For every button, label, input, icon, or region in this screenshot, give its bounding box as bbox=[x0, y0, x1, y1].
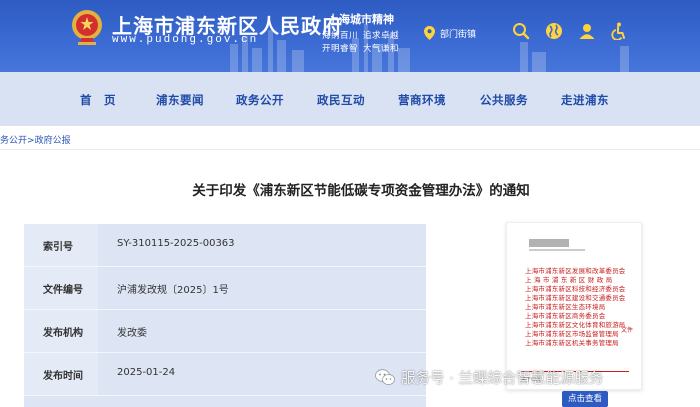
city-spirit-phrase: 大气谦和 bbox=[363, 44, 400, 54]
nav-item-about[interactable]: 走进浦东 bbox=[561, 92, 609, 108]
breadcrumb: 务公开>政府公报 bbox=[0, 133, 71, 146]
breadcrumb-separator: > bbox=[27, 136, 35, 146]
preview-issuer-line: 上海市浦东新区市场监督管理局 bbox=[525, 330, 619, 338]
info-value: SY-310115-2025-00363 bbox=[117, 238, 235, 249]
row-divider bbox=[24, 395, 426, 396]
accessibility-icon[interactable] bbox=[610, 22, 628, 40]
preview-issuer-line: 上海市浦东新区机关事务管理局 bbox=[525, 339, 619, 347]
wechat-icon bbox=[375, 369, 395, 385]
city-spirit-title: 上海城市精神 bbox=[328, 13, 394, 26]
info-label: 索引号 bbox=[43, 242, 73, 253]
preview-side-text: 文件 bbox=[621, 327, 634, 334]
watermark: 服务号 · 兰蝶综合智慧能源服务 bbox=[375, 367, 603, 388]
breadcrumb-item[interactable]: 务公开 bbox=[0, 136, 27, 146]
nav-item-interaction[interactable]: 政民互动 bbox=[317, 92, 365, 108]
preview-issuer-line: 上海市浦东新区文化体育和旅游局 bbox=[525, 321, 626, 329]
info-label: 文件编号 bbox=[43, 285, 83, 296]
site-url: www.pudong.gov.cn bbox=[112, 34, 259, 46]
preview-issuer-line: 上 海 市 浦 东 新 区 财 政 局 bbox=[525, 276, 613, 284]
city-spirit-row: 开明睿智 大气谦和 bbox=[322, 43, 404, 56]
dept-link[interactable]: 部门街镇 bbox=[424, 26, 476, 40]
watermark-text: 服务号 · 兰蝶综合智慧能源服务 bbox=[401, 371, 604, 387]
nav-item-services[interactable]: 公共服务 bbox=[480, 92, 528, 108]
site-header: 上海市浦东新区人民政府 www.pudong.gov.cn 上海城市精神 海纳百… bbox=[0, 0, 700, 72]
globe-icon[interactable] bbox=[545, 22, 563, 40]
info-label: 发布时间 bbox=[43, 371, 83, 382]
info-row-issuer: 发布机构 发改委 bbox=[24, 310, 426, 352]
preview-issuer-line: 上海市浦东新区发展和改革委员会 bbox=[525, 267, 626, 275]
info-row-publish-date: 发布时间 2025-01-24 bbox=[24, 353, 426, 395]
info-row-file-number: 文件编号 沪浦发改规〔2025〕1号 bbox=[24, 267, 426, 309]
divider bbox=[0, 149, 700, 150]
view-document-button[interactable]: 点击查看 bbox=[562, 391, 608, 407]
document-info-table: 索引号 SY-310115-2025-00363 文件编号 沪浦发改规〔2025… bbox=[24, 224, 426, 407]
nav-item-home[interactable]: 首 页 bbox=[80, 92, 116, 108]
preview-issuer-line: 上海市浦东新区科技和经济委员会 bbox=[525, 285, 626, 293]
info-value: 沪浦发改规〔2025〕1号 bbox=[117, 285, 229, 296]
info-row-index: 索引号 SY-310115-2025-00363 bbox=[24, 224, 426, 266]
dept-label: 部门街镇 bbox=[440, 29, 477, 40]
preview-issuer-list: 上海市浦东新区发展和改革委员会 上 海 市 浦 东 新 区 财 政 局 上海市浦… bbox=[525, 267, 626, 348]
city-spirit-phrase: 开明睿智 bbox=[322, 44, 359, 54]
preview-barcode bbox=[529, 239, 569, 247]
preview-issuer-line: 上海市浦东新区建设和交通委员会 bbox=[525, 294, 626, 302]
breadcrumb-item[interactable]: 政府公报 bbox=[35, 136, 71, 146]
nav-item-gov-affairs[interactable]: 政务公开 bbox=[236, 92, 284, 108]
preview-issuer-line: 上海市浦东新区生态环境局 bbox=[525, 303, 606, 311]
document-preview[interactable]: 上海市浦东新区发展和改革委员会 上 海 市 浦 东 新 区 财 政 局 上海市浦… bbox=[506, 222, 642, 390]
info-value: 2025-01-24 bbox=[117, 367, 176, 378]
city-spirit-phrase: 追求卓越 bbox=[363, 31, 400, 41]
city-spirit-row: 海纳百川 追求卓越 bbox=[322, 30, 404, 43]
info-label: 发布机构 bbox=[43, 328, 83, 339]
city-spirit-phrase: 海纳百川 bbox=[322, 31, 359, 41]
preview-barcode-line bbox=[529, 249, 585, 251]
preview-issuer-line: 上海市浦东新区商务委员会 bbox=[525, 312, 606, 320]
nav-item-business[interactable]: 营商环境 bbox=[398, 92, 446, 108]
document-title: 关于印发《浦东新区节能低碳专项资金管理办法》的通知 bbox=[192, 183, 530, 199]
location-pin-icon bbox=[424, 26, 435, 40]
info-value: 发改委 bbox=[117, 328, 147, 339]
user-icon[interactable] bbox=[578, 22, 596, 40]
main-nav: 首 页 浦东要闻 政务公开 政民互动 营商环境 公共服务 走进浦东 bbox=[0, 72, 700, 126]
national-emblem-icon bbox=[72, 10, 102, 45]
search-icon[interactable] bbox=[512, 22, 530, 40]
nav-item-news[interactable]: 浦东要闻 bbox=[156, 92, 204, 108]
city-spirit: 上海城市精神 海纳百川 追求卓越 开明睿智 大气谦和 bbox=[322, 11, 404, 56]
